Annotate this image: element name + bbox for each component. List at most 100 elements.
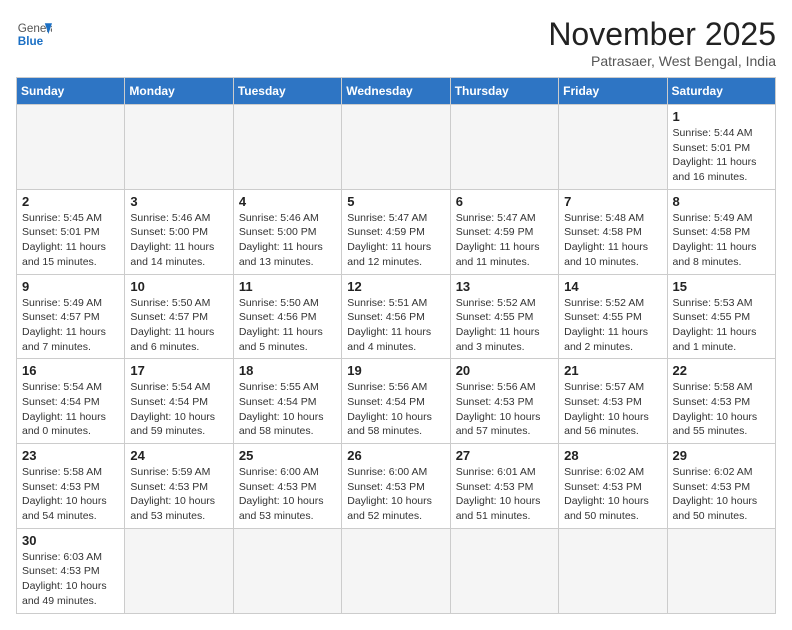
calendar-subtitle: Patrasaer, West Bengal, India [548, 53, 776, 69]
day-info: Sunrise: 5:59 AM Sunset: 4:53 PM Dayligh… [130, 465, 227, 524]
day-number: 6 [456, 194, 553, 209]
day-number: 19 [347, 363, 444, 378]
calendar-week-row: 1 Sunrise: 5:44 AM Sunset: 5:01 PM Daylig… [17, 105, 776, 190]
calendar-day-10: 10Sunrise: 5:50 AM Sunset: 4:57 PM Dayli… [125, 274, 233, 359]
calendar-day-empty [342, 528, 450, 613]
calendar-day-13: 13 Sunrise: 5:52 AM Sunset: 4:55 PM Dayli… [450, 274, 558, 359]
calendar-day-28: 28 Sunrise: 6:02 AM Sunset: 4:53 PM Dayli… [559, 444, 667, 529]
calendar-day-5: 5Sunrise: 5:47 AM Sunset: 4:59 PM Daylig… [342, 189, 450, 274]
day-number: 28 [564, 448, 661, 463]
day-info: Sunrise: 5:50 AM Sunset: 4:57 PM Dayligh… [130, 296, 227, 355]
day-info: Sunrise: 6:02 AM Sunset: 4:53 PM Dayligh… [673, 465, 770, 524]
day-number: 7 [564, 194, 661, 209]
day-info: Sunrise: 5:47 AM Sunset: 4:59 PM Dayligh… [456, 211, 553, 270]
day-number: 30 [22, 533, 119, 548]
logo-icon: General Blue [16, 16, 52, 52]
calendar-day-empty [450, 528, 558, 613]
day-number: 8 [673, 194, 770, 209]
day-number: 18 [239, 363, 336, 378]
day-number: 26 [347, 448, 444, 463]
day-number: 27 [456, 448, 553, 463]
day-header-friday: Friday [559, 78, 667, 105]
day-header-wednesday: Wednesday [342, 78, 450, 105]
calendar-day-25: 25 Sunrise: 6:00 AM Sunset: 4:53 PM Dayli… [233, 444, 341, 529]
day-number: 3 [130, 194, 227, 209]
day-number: 23 [22, 448, 119, 463]
day-number: 29 [673, 448, 770, 463]
day-info: Sunrise: 5:46 AM Sunset: 5:00 PM Dayligh… [130, 211, 227, 270]
calendar-day-11: 11Sunrise: 5:50 AM Sunset: 4:56 PM Dayli… [233, 274, 341, 359]
day-info: Sunrise: 6:02 AM Sunset: 4:53 PM Dayligh… [564, 465, 661, 524]
calendar-header-row: SundayMondayTuesdayWednesdayThursdayFrid… [17, 78, 776, 105]
calendar-day-27: 27Sunrise: 6:01 AM Sunset: 4:53 PM Dayli… [450, 444, 558, 529]
day-info: Sunrise: 5:56 AM Sunset: 4:54 PM Dayligh… [347, 380, 444, 439]
calendar-day-empty [450, 105, 558, 190]
day-number: 25 [239, 448, 336, 463]
header: General Blue November 2025 Patrasaer, We… [16, 16, 776, 69]
calendar-day-9: 9 Sunrise: 5:49 AM Sunset: 4:57 PM Daylig… [17, 274, 125, 359]
day-info: Sunrise: 5:44 AM Sunset: 5:01 PM Dayligh… [673, 126, 770, 185]
day-number: 2 [22, 194, 119, 209]
day-number: 13 [456, 279, 553, 294]
day-info: Sunrise: 6:00 AM Sunset: 4:53 PM Dayligh… [239, 465, 336, 524]
calendar-day-4: 4 Sunrise: 5:46 AM Sunset: 5:00 PM Daylig… [233, 189, 341, 274]
calendar-day-empty [125, 105, 233, 190]
calendar-day-1: 1 Sunrise: 5:44 AM Sunset: 5:01 PM Daylig… [667, 105, 775, 190]
day-info: Sunrise: 5:55 AM Sunset: 4:54 PM Dayligh… [239, 380, 336, 439]
calendar-day-12: 12Sunrise: 5:51 AM Sunset: 4:56 PM Dayli… [342, 274, 450, 359]
calendar-day-8: 8 Sunrise: 5:49 AM Sunset: 4:58 PM Daylig… [667, 189, 775, 274]
calendar-week-row: 9 Sunrise: 5:49 AM Sunset: 4:57 PM Daylig… [17, 274, 776, 359]
calendar-week-row: 30Sunrise: 6:03 AM Sunset: 4:53 PM Dayli… [17, 528, 776, 613]
calendar-day-30: 30Sunrise: 6:03 AM Sunset: 4:53 PM Dayli… [17, 528, 125, 613]
day-info: Sunrise: 5:52 AM Sunset: 4:55 PM Dayligh… [564, 296, 661, 355]
svg-text:Blue: Blue [18, 35, 44, 48]
calendar-day-26: 26 Sunrise: 6:00 AM Sunset: 4:53 PM Dayli… [342, 444, 450, 529]
calendar-day-18: 18 Sunrise: 5:55 AM Sunset: 4:54 PM Dayli… [233, 359, 341, 444]
day-info: Sunrise: 5:58 AM Sunset: 4:53 PM Dayligh… [22, 465, 119, 524]
day-info: Sunrise: 5:45 AM Sunset: 5:01 PM Dayligh… [22, 211, 119, 270]
calendar-day-24: 24Sunrise: 5:59 AM Sunset: 4:53 PM Dayli… [125, 444, 233, 529]
day-header-sunday: Sunday [17, 78, 125, 105]
day-info: Sunrise: 6:00 AM Sunset: 4:53 PM Dayligh… [347, 465, 444, 524]
calendar-day-empty [17, 105, 125, 190]
day-number: 1 [673, 109, 770, 124]
day-header-thursday: Thursday [450, 78, 558, 105]
calendar-day-empty [125, 528, 233, 613]
day-info: Sunrise: 5:54 AM Sunset: 4:54 PM Dayligh… [22, 380, 119, 439]
calendar-day-21: 21 Sunrise: 5:57 AM Sunset: 4:53 PM Dayli… [559, 359, 667, 444]
day-info: Sunrise: 5:56 AM Sunset: 4:53 PM Dayligh… [456, 380, 553, 439]
day-info: Sunrise: 5:49 AM Sunset: 4:58 PM Dayligh… [673, 211, 770, 270]
calendar-table: SundayMondayTuesdayWednesdayThursdayFrid… [16, 77, 776, 614]
day-info: Sunrise: 5:51 AM Sunset: 4:56 PM Dayligh… [347, 296, 444, 355]
day-info: Sunrise: 5:57 AM Sunset: 4:53 PM Dayligh… [564, 380, 661, 439]
day-number: 16 [22, 363, 119, 378]
day-number: 4 [239, 194, 336, 209]
calendar-day-14: 14 Sunrise: 5:52 AM Sunset: 4:55 PM Dayli… [559, 274, 667, 359]
day-info: Sunrise: 5:53 AM Sunset: 4:55 PM Dayligh… [673, 296, 770, 355]
day-header-tuesday: Tuesday [233, 78, 341, 105]
day-info: Sunrise: 5:58 AM Sunset: 4:53 PM Dayligh… [673, 380, 770, 439]
day-number: 9 [22, 279, 119, 294]
calendar-day-20: 20Sunrise: 5:56 AM Sunset: 4:53 PM Dayli… [450, 359, 558, 444]
calendar-day-empty [233, 105, 341, 190]
logo: General Blue [16, 16, 52, 52]
calendar-day-15: 15Sunrise: 5:53 AM Sunset: 4:55 PM Dayli… [667, 274, 775, 359]
day-number: 21 [564, 363, 661, 378]
calendar-day-2: 2 Sunrise: 5:45 AM Sunset: 5:01 PM Daylig… [17, 189, 125, 274]
day-info: Sunrise: 5:52 AM Sunset: 4:55 PM Dayligh… [456, 296, 553, 355]
calendar-day-29: 29 Sunrise: 6:02 AM Sunset: 4:53 PM Dayli… [667, 444, 775, 529]
day-info: Sunrise: 5:49 AM Sunset: 4:57 PM Dayligh… [22, 296, 119, 355]
calendar-day-empty [559, 105, 667, 190]
day-number: 14 [564, 279, 661, 294]
calendar-title: November 2025 [548, 16, 776, 53]
calendar-day-7: 7 Sunrise: 5:48 AM Sunset: 4:58 PM Daylig… [559, 189, 667, 274]
day-info: Sunrise: 5:47 AM Sunset: 4:59 PM Dayligh… [347, 211, 444, 270]
day-number: 17 [130, 363, 227, 378]
day-header-monday: Monday [125, 78, 233, 105]
calendar-day-empty [559, 528, 667, 613]
day-number: 22 [673, 363, 770, 378]
calendar-week-row: 16 Sunrise: 5:54 AM Sunset: 4:54 PM Dayli… [17, 359, 776, 444]
calendar-day-6: 6 Sunrise: 5:47 AM Sunset: 4:59 PM Daylig… [450, 189, 558, 274]
day-info: Sunrise: 5:46 AM Sunset: 5:00 PM Dayligh… [239, 211, 336, 270]
day-info: Sunrise: 5:48 AM Sunset: 4:58 PM Dayligh… [564, 211, 661, 270]
